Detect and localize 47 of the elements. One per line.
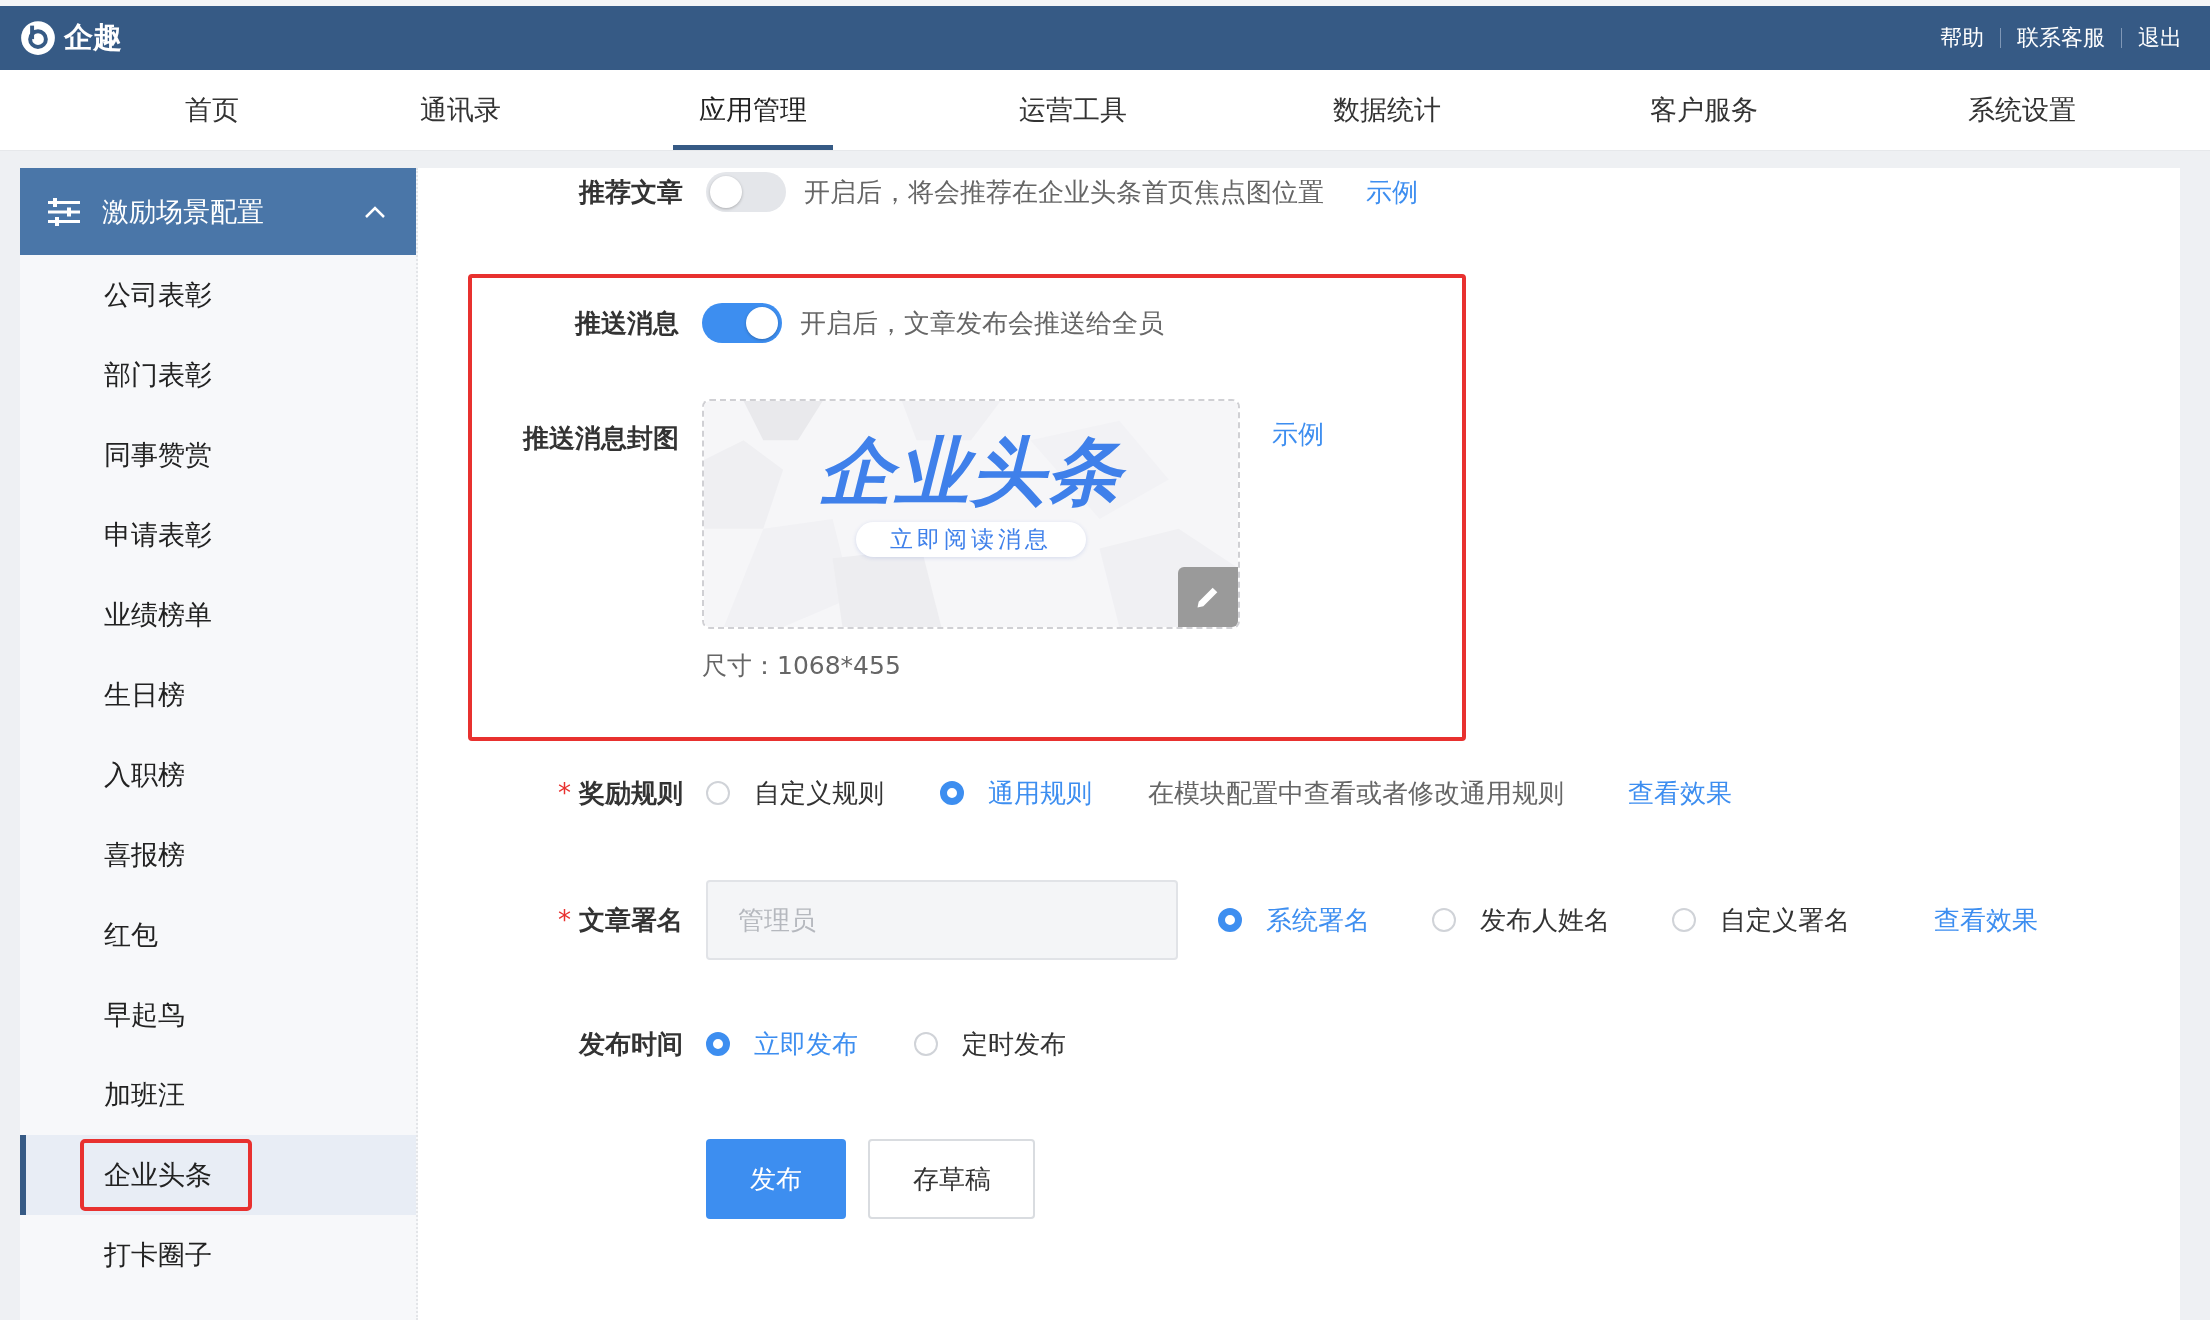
sliders-icon [48,197,80,226]
edit-button[interactable] [1178,567,1238,627]
sidebar-item[interactable]: 生日榜 [20,655,416,735]
draft-button[interactable]: 存草稿 [868,1139,1035,1219]
field-label: * 文章署名 [557,903,683,937]
sidebar-item[interactable]: 早起鸟 [20,975,416,1055]
sidebar-item[interactable]: 喜报榜 [20,815,416,895]
field-label: 推送消息 [573,306,679,340]
field-label: 发布时间 [577,1027,683,1061]
menu-group-header[interactable]: 激励场景配置 [20,168,416,255]
sidebar-item[interactable]: 打卡圈子 [20,1215,416,1295]
sidebar-item[interactable]: 部门表彰 [20,335,416,415]
radio-option[interactable]: 定时发布 [914,1026,1066,1062]
nav-tab[interactable]: 应用管理 [673,70,833,150]
nav-tab[interactable]: 系统设置 [1942,70,2102,150]
sidebar-item[interactable]: 申请表彰 [20,495,416,575]
header-link[interactable]: 联系客服 [2017,23,2105,53]
nav-tab[interactable]: 客户服务 [1623,70,1784,150]
size-note: 尺寸：1068*455 [702,650,902,682]
radio-option[interactable]: 发布人姓名 [1432,902,1610,938]
sidebar-item[interactable]: 加班汪 [20,1055,416,1135]
field-label: * 奖励规则 [557,776,683,810]
toggle-switch[interactable] [706,172,786,212]
field-label: 推送消息封图 [521,422,679,455]
brand-name: 企趣 [64,19,122,56]
chevron-up-icon [364,204,386,219]
sidebar-item[interactable]: 红包 [20,895,416,975]
sidebar-item[interactable]: 企业头条 [20,1135,416,1215]
radio-option[interactable]: 自定义署名 [1672,902,1850,938]
sidebar-item[interactable]: 公司表彰 [20,255,416,335]
header-link[interactable]: 帮助 [1940,23,1984,53]
nav-tab[interactable]: 数据统计 [1306,70,1467,150]
header-link[interactable]: 退出 [2138,23,2182,53]
radio-option[interactable]: 自定义规则 [706,775,884,811]
toggle-switch[interactable] [702,303,782,343]
hint-text: 开启后，文章发布会推送给全员 [800,306,1164,340]
nav-tab[interactable]: 通讯录 [393,70,527,150]
sidebar-item[interactable]: 业绩榜单 [20,575,416,655]
sidebar-item[interactable]: 同事赞赏 [20,415,416,495]
sidebar-item[interactable]: 入职榜 [20,735,416,815]
logo-icon [20,20,56,56]
nav-tab[interactable]: 运营工具 [993,70,1153,150]
signature-input[interactable]: 管理员 [706,880,1178,960]
field-label: 推荐文章 [577,175,683,209]
hint-text: 在模块配置中查看或者修改通用规则 [1148,776,1564,810]
nav-tab[interactable]: 首页 [159,70,265,150]
hint-text: 开启后，将会推荐在企业头条首页焦点图位置 [804,175,1324,209]
